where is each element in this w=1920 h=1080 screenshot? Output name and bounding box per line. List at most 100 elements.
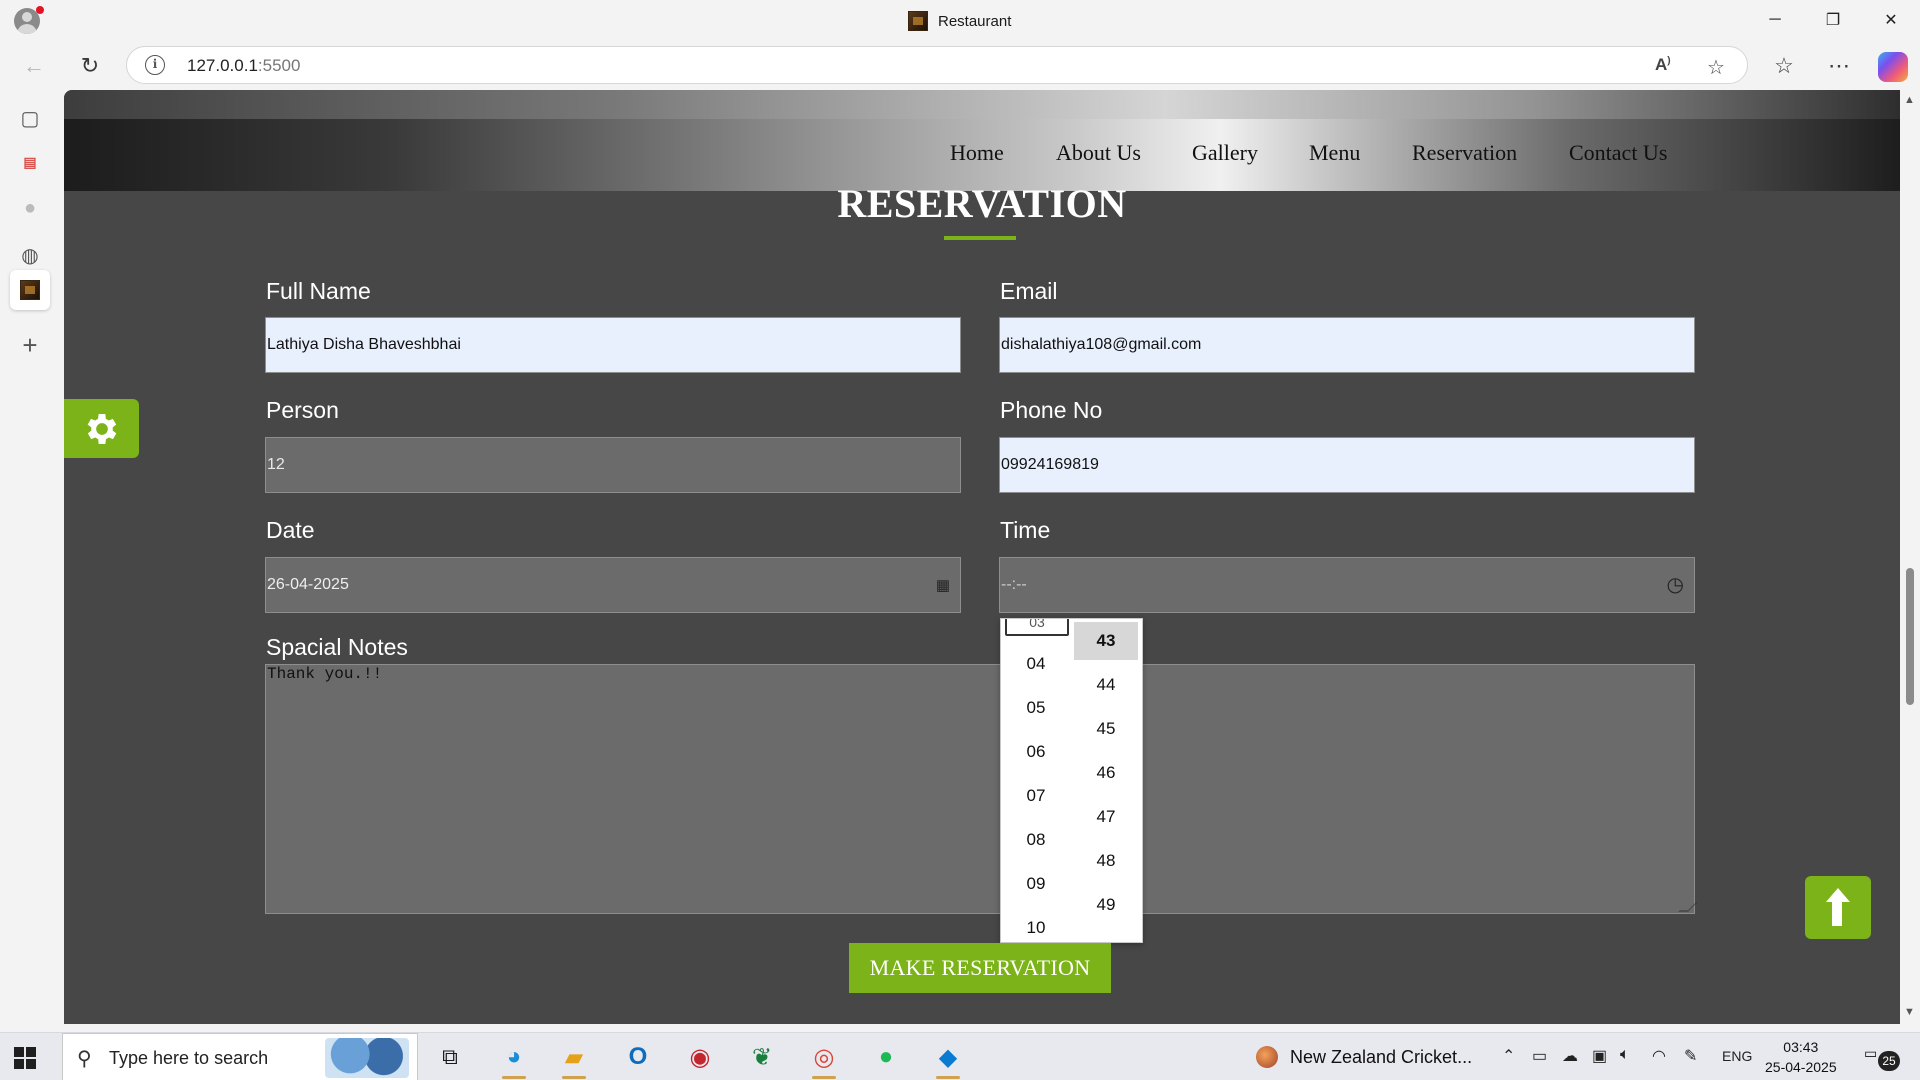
nav-gallery[interactable]: Gallery [1192, 140, 1258, 166]
tray-overflow-icon[interactable]: ⌃ [1502, 1046, 1515, 1066]
scroll-to-top-button[interactable] [1805, 876, 1871, 939]
more-icon[interactable]: ⋯ [1825, 52, 1853, 80]
chrome-icon[interactable]: ◎ [804, 1039, 844, 1079]
pinned-tab-icon[interactable]: ● [15, 193, 45, 223]
minute-option[interactable]: 44 [1074, 666, 1138, 704]
new-tab-icon[interactable]: + [15, 330, 45, 360]
header-top-strip [64, 90, 1900, 120]
tab-actions-icon[interactable]: ▢ [15, 103, 45, 133]
full-name-label: Full Name [266, 278, 371, 304]
date-input[interactable]: 26-04-2025 ▦ [265, 557, 961, 613]
task-view-icon[interactable]: ⧉ [430, 1039, 470, 1075]
notification-center-icon[interactable]: ▭ 25 [1864, 1045, 1900, 1071]
battery-icon[interactable]: ▭ [1532, 1046, 1547, 1066]
news-widget[interactable]: New Zealand Cricket... [1256, 1046, 1472, 1068]
favorites-icon[interactable]: ☆ [1770, 52, 1798, 80]
hour-option[interactable]: 04 [1004, 645, 1068, 683]
minute-option[interactable]: 48 [1074, 842, 1138, 880]
settings-gear-button[interactable] [64, 399, 139, 458]
time-picker-popup: 03 04 05 06 07 08 09 10 43 44 45 46 47 4… [1000, 618, 1143, 943]
read-aloud-icon[interactable]: A) [1655, 55, 1671, 75]
email-input[interactable]: dishalathiya108@gmail.com [999, 317, 1695, 373]
time-value: --:-- [1001, 576, 1027, 593]
spotify-icon[interactable]: ● [866, 1039, 906, 1075]
search-icon: ⚲ [77, 1048, 92, 1070]
meet-icon[interactable]: ▣ [1592, 1046, 1607, 1066]
vscode-icon[interactable]: ◆ [928, 1039, 968, 1079]
minimize-button[interactable]: ─ [1746, 0, 1804, 40]
person-input[interactable]: 12 [265, 437, 961, 493]
hour-option-partial[interactable]: 03 [1005, 619, 1069, 636]
phone-label: Phone No [1000, 397, 1103, 423]
taskbar-search[interactable]: ⚲ Type here to search [62, 1033, 418, 1080]
person-label: Person [266, 397, 339, 423]
language-indicator[interactable]: ENG [1722, 1048, 1752, 1064]
screen-recorder-icon[interactable]: ◉ [680, 1039, 720, 1075]
wifi-icon[interactable]: ◠ [1652, 1046, 1666, 1066]
pdf-tab-icon[interactable]: ▤ [15, 147, 45, 177]
resize-grip-icon[interactable] [1678, 902, 1698, 912]
copilot-icon[interactable] [1878, 52, 1908, 82]
refresh-icon[interactable]: ↻ [76, 52, 104, 80]
info-icon[interactable]: i [145, 55, 165, 75]
windows-taskbar: ⚲ Type here to search ⧉ ◕ ▰ O ◉ ❦ ◎ ● ◆ … [0, 1032, 1920, 1080]
onedrive-icon[interactable]: ☁ [1562, 1046, 1578, 1066]
make-reservation-button[interactable]: MAKE RESERVATION [849, 943, 1111, 993]
edge-icon[interactable]: ◕ [494, 1039, 534, 1079]
minute-option[interactable]: 45 [1074, 710, 1138, 748]
notes-text: Thank you.!! [267, 665, 383, 683]
hour-option[interactable]: 09 [1004, 865, 1068, 903]
calendar-icon[interactable]: ▦ [936, 576, 950, 594]
active-tab[interactable]: Restaurant [908, 9, 1011, 33]
close-button[interactable]: ✕ [1862, 0, 1920, 40]
nav-reservation[interactable]: Reservation [1412, 140, 1517, 166]
file-explorer-icon[interactable]: ▰ [554, 1039, 594, 1079]
favorite-star-icon[interactable]: ☆ [1707, 55, 1725, 80]
news-text: New Zealand Cricket... [1290, 1047, 1473, 1067]
clock-time: 03:43 [1783, 1039, 1819, 1055]
clock-icon[interactable]: ◷ [1667, 572, 1684, 597]
notes-label: Spacial Notes [266, 634, 408, 660]
profile-notification-dot [36, 6, 44, 14]
full-name-input[interactable]: Lathiya Disha Bhaveshbhai [265, 317, 961, 373]
hour-option[interactable]: 10 [1004, 909, 1068, 942]
notes-textarea[interactable]: Thank you.!! [265, 664, 1698, 914]
window-controls: ─ ❐ ✕ [1746, 0, 1920, 40]
globe-tab-icon[interactable]: ◍ [15, 240, 45, 270]
hour-option[interactable]: 06 [1004, 733, 1068, 771]
date-label: Date [266, 517, 315, 543]
nav-menu[interactable]: Menu [1309, 140, 1360, 166]
time-input[interactable]: --:-- ◷ [999, 557, 1695, 613]
page-scrollbar[interactable]: ▲ ▼ [1900, 90, 1920, 1024]
time-label: Time [1000, 517, 1051, 543]
browser-toolbar: ← ↻ i 127.0.0.1:5500 A) ☆ ☆ ⋯ [0, 42, 1920, 90]
restaurant-tab-icon[interactable] [10, 270, 50, 310]
address-bar[interactable]: i 127.0.0.1:5500 A) ☆ [126, 46, 1748, 84]
restaurant-favicon-icon [20, 280, 40, 300]
nav-about-us[interactable]: About Us [1056, 140, 1141, 166]
scroll-down-arrow-icon[interactable]: ▼ [1904, 1006, 1915, 1018]
phone-input[interactable]: 09924169819 [999, 437, 1695, 493]
mongodb-icon[interactable]: ❦ [742, 1039, 782, 1075]
minute-option-selected[interactable]: 43 [1074, 622, 1138, 660]
hour-option[interactable]: 05 [1004, 689, 1068, 727]
minute-option[interactable]: 49 [1074, 886, 1138, 924]
url-text[interactable]: 127.0.0.1:5500 [187, 56, 300, 76]
outlook-icon[interactable]: O [618, 1039, 658, 1075]
scroll-up-arrow-icon[interactable]: ▲ [1904, 94, 1915, 106]
nav-home[interactable]: Home [950, 140, 1004, 166]
scrollbar-thumb[interactable] [1906, 568, 1914, 705]
restore-button[interactable]: ❐ [1804, 0, 1862, 40]
system-clock[interactable]: 03:43 25-04-2025 [1765, 1037, 1837, 1077]
cricket-ball-icon [1256, 1046, 1278, 1068]
back-icon[interactable]: ← [20, 52, 48, 80]
volume-icon[interactable]: 🔈︎ [1620, 1046, 1630, 1064]
minute-option[interactable]: 47 [1074, 798, 1138, 836]
pen-icon[interactable]: ✎ [1684, 1046, 1697, 1066]
hour-option[interactable]: 07 [1004, 777, 1068, 815]
search-placeholder: Type here to search [109, 1048, 269, 1068]
nav-contact-us[interactable]: Contact Us [1569, 140, 1667, 166]
minute-option[interactable]: 46 [1074, 754, 1138, 792]
windows-start-icon[interactable] [14, 1047, 36, 1069]
hour-option[interactable]: 08 [1004, 821, 1068, 859]
